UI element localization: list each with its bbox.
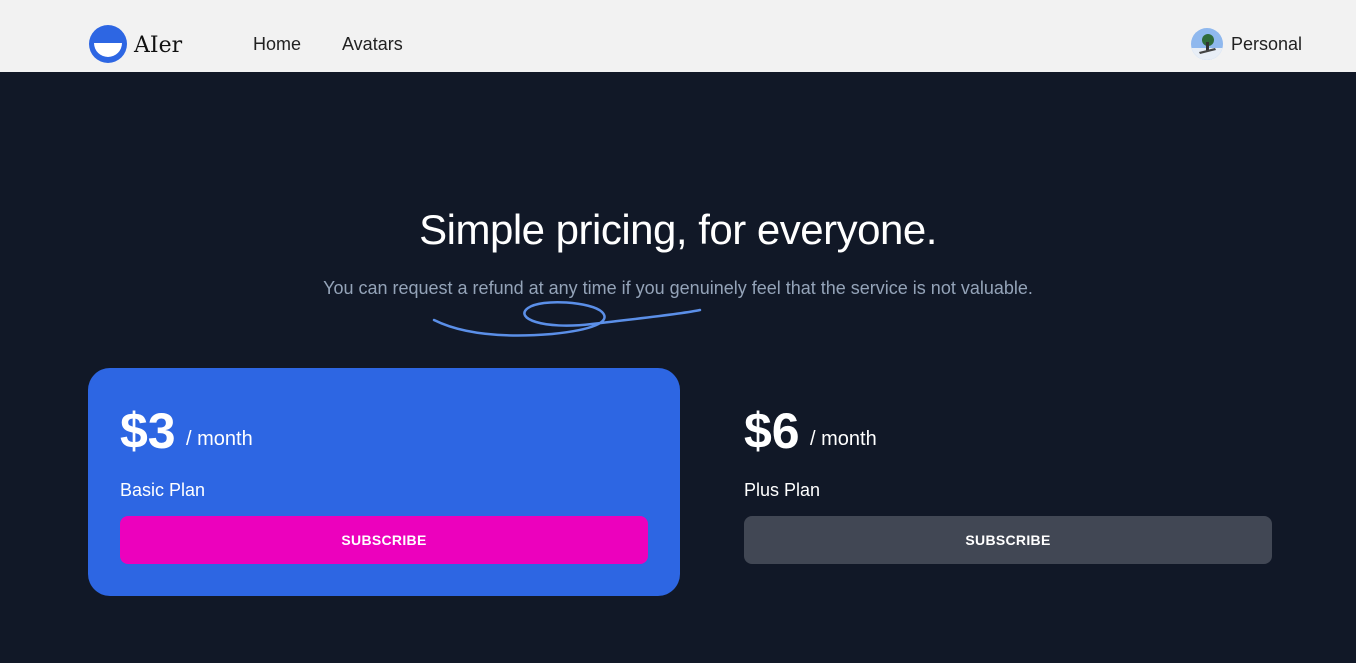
page-title: Simple pricing, for everyone. [419,206,937,253]
nav-home[interactable]: Home [253,34,301,55]
subscribe-basic-button[interactable]: SUBSCRIBE [120,516,648,564]
plan-name: Basic Plan [120,480,206,500]
plan-period: / month [186,428,253,450]
page-subtitle: You can request a refund at any time if … [323,278,1033,298]
plan-card-basic: $3 / month Basic Plan SUBSCRIBE [88,368,680,596]
plan-period: / month [810,428,877,450]
top-navbar: AIer Home Avatars Personal [0,0,1356,72]
avatar[interactable] [1190,28,1223,60]
logo-text[interactable]: AIer [134,33,182,58]
avatar-image-icon [1190,28,1223,60]
plan-name: Plus Plan [744,480,821,500]
plan-card-plus: $6 / month Plus Plan SUBSCRIBE [712,368,1304,596]
plan-price: $3 [120,403,176,459]
logo-icon[interactable] [88,24,128,64]
nav-avatars[interactable]: Avatars [342,34,403,55]
pricing-section: Simple pricing, for everyone. You can re… [0,72,1356,663]
user-label: Personal [1230,33,1302,54]
plan-price: $6 [744,403,800,459]
subscribe-plus-button[interactable]: SUBSCRIBE [744,516,1272,564]
user-menu[interactable]: Personal [1190,28,1302,60]
